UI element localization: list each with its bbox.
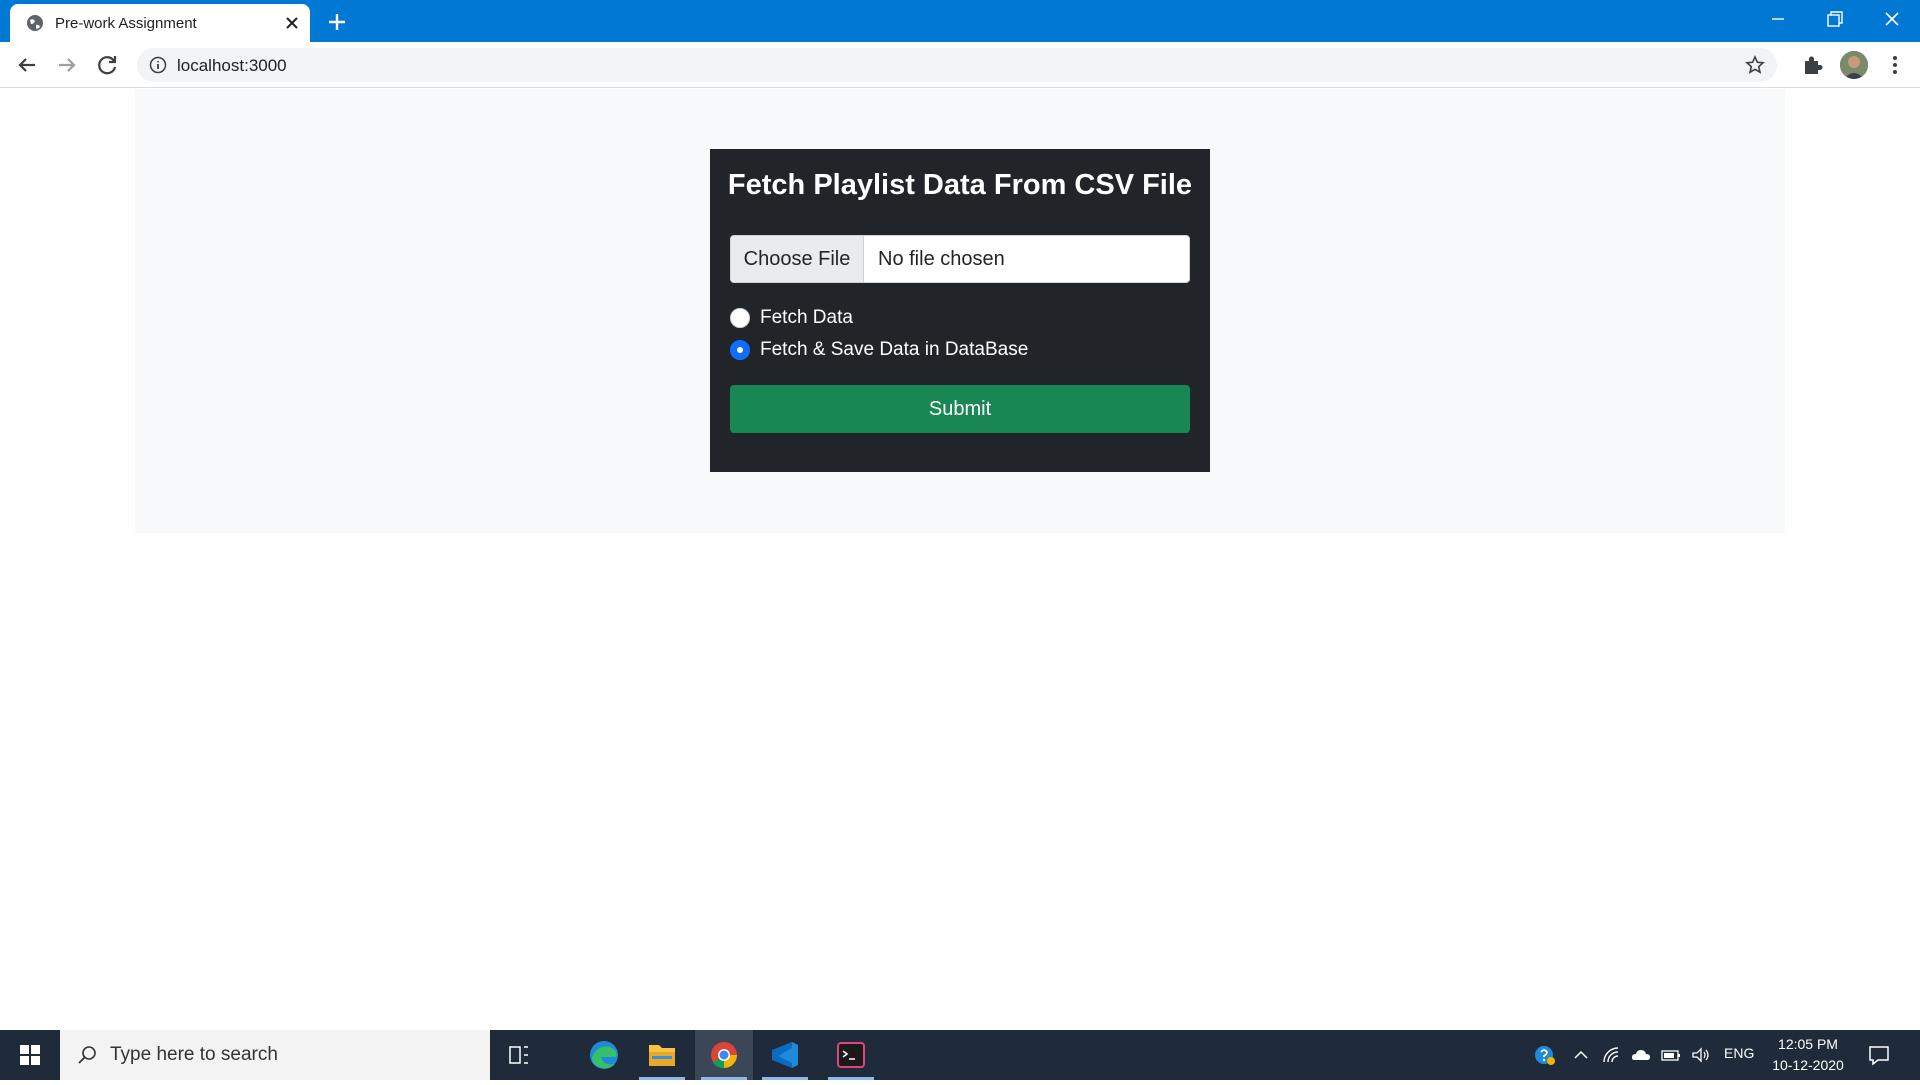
option-fetch-data[interactable]: Fetch Data xyxy=(730,304,853,332)
search-placeholder: Type here to search xyxy=(110,1044,278,1065)
notification-icon[interactable] xyxy=(1866,1042,1892,1068)
system-clock[interactable]: 12:05 PM 10-12-2020 xyxy=(1768,1034,1848,1076)
folder-icon xyxy=(649,1045,675,1066)
window-close-icon[interactable] xyxy=(1876,6,1908,32)
language-indicator[interactable]: ENG xyxy=(1724,1045,1754,1061)
info-icon[interactable] xyxy=(149,56,167,74)
profile-avatar[interactable] xyxy=(1840,51,1868,79)
content-container: Fetch Playlist Data From CSV File Choose… xyxy=(135,89,1785,533)
address-url: localhost:3000 xyxy=(177,56,287,75)
task-view-icon[interactable] xyxy=(490,1030,548,1080)
file-status-text: No file chosen xyxy=(878,248,1005,270)
browser-tab[interactable]: Pre-work Assignment xyxy=(10,4,310,42)
windows-taskbar: Type here to search ENG 12:05 PM 10-12-2… xyxy=(0,1030,1920,1080)
chrome-app[interactable] xyxy=(695,1030,753,1080)
globe-icon xyxy=(27,15,43,31)
page-viewport: Fetch Playlist Data From CSV File Choose… xyxy=(0,89,1920,1029)
restore-icon[interactable] xyxy=(1818,6,1850,32)
help-icon[interactable] xyxy=(1534,1044,1556,1066)
file-input[interactable]: Choose File No file chosen xyxy=(730,235,1190,283)
submit-button[interactable]: Submit xyxy=(730,385,1190,433)
minimize-icon[interactable] xyxy=(1762,6,1794,32)
chrome-icon xyxy=(711,1042,737,1069)
choose-file-button[interactable]: Choose File xyxy=(731,236,864,282)
vscode-app[interactable] xyxy=(756,1030,814,1080)
bookmark-star-icon[interactable] xyxy=(1745,55,1765,75)
new-tab-icon[interactable] xyxy=(325,10,349,34)
form-title: Fetch Playlist Data From CSV File xyxy=(727,169,1193,201)
clock-time: 12:05 PM xyxy=(1778,1036,1838,1052)
reload-icon[interactable] xyxy=(93,51,121,79)
file-explorer-app[interactable] xyxy=(633,1030,691,1080)
onedrive-cloud-icon[interactable] xyxy=(1630,1044,1652,1066)
option-fetch-save-data[interactable]: Fetch & Save Data in DataBase xyxy=(730,336,1028,364)
terminal-app[interactable] xyxy=(822,1030,880,1080)
terminal-icon xyxy=(837,1042,865,1068)
edge-browser-icon[interactable] xyxy=(575,1030,633,1080)
radio-fetch-data[interactable] xyxy=(730,308,750,328)
profile-picture-icon xyxy=(1840,51,1868,79)
radio-label-fetch-save-data: Fetch & Save Data in DataBase xyxy=(760,339,1029,360)
battery-icon[interactable] xyxy=(1660,1044,1682,1066)
radio-fetch-save-data[interactable] xyxy=(730,340,750,360)
windows-start-icon[interactable] xyxy=(0,1030,60,1080)
browser-tab-strip: Pre-work Assignment xyxy=(0,0,1920,42)
wifi-icon[interactable] xyxy=(1600,1044,1622,1066)
volume-icon[interactable] xyxy=(1690,1044,1712,1066)
tab-title: Pre-work Assignment xyxy=(55,15,197,32)
back-arrow-icon[interactable] xyxy=(13,51,41,79)
chevron-up-icon[interactable] xyxy=(1570,1044,1592,1066)
vscode-icon xyxy=(772,1042,798,1068)
extensions-puzzle-icon[interactable] xyxy=(1800,52,1826,78)
forward-arrow-icon[interactable] xyxy=(53,51,81,79)
address-bar[interactable]: localhost:3000 xyxy=(137,48,1777,82)
search-icon xyxy=(78,1046,96,1064)
more-menu-icon[interactable] xyxy=(1882,52,1908,78)
taskbar-search[interactable]: Type here to search xyxy=(60,1030,490,1080)
browser-toolbar: localhost:3000 xyxy=(0,42,1920,88)
radio-label-fetch-data: Fetch Data xyxy=(760,307,853,328)
clock-date: 10-12-2020 xyxy=(1772,1057,1844,1073)
upload-form-card: Fetch Playlist Data From CSV File Choose… xyxy=(710,149,1210,472)
close-tab-icon[interactable] xyxy=(282,13,302,33)
